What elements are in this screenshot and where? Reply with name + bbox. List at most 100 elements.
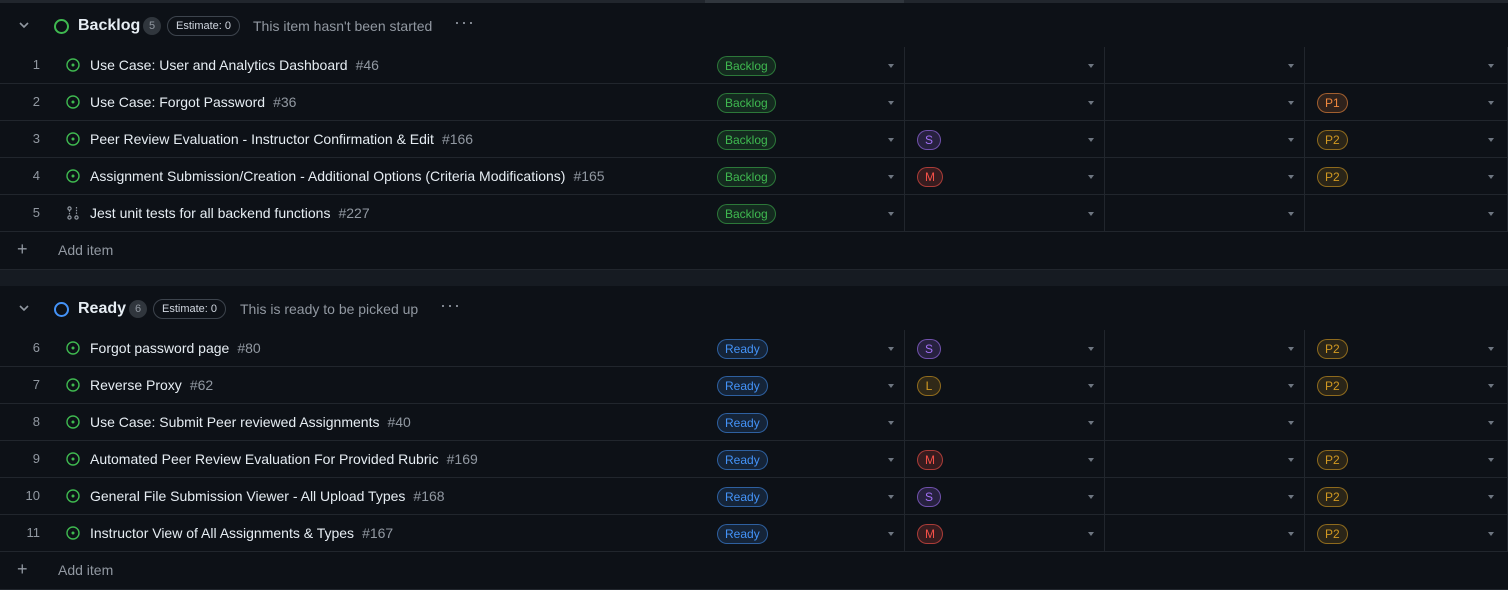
- dropdown-caret-icon[interactable]: [1088, 532, 1094, 536]
- dropdown-caret-icon[interactable]: [1288, 347, 1294, 351]
- table-row[interactable]: 11 Instructor View of All Assignments & T…: [0, 515, 1508, 552]
- item-title-text[interactable]: Assignment Submission/Creation - Additio…: [90, 168, 565, 184]
- table-row[interactable]: 3 Peer Review Evaluation - Instructor Con…: [0, 121, 1508, 158]
- item-title-text[interactable]: Use Case: Submit Peer reviewed Assignmen…: [90, 414, 379, 430]
- dropdown-caret-icon[interactable]: [1088, 384, 1094, 388]
- item-title[interactable]: Peer Review Evaluation - Instructor Conf…: [90, 121, 473, 157]
- dropdown-caret-icon[interactable]: [1288, 495, 1294, 499]
- add-item-label[interactable]: Add item: [58, 231, 113, 269]
- chevron-down-icon[interactable]: [17, 18, 31, 32]
- item-title-text[interactable]: Use Case: User and Analytics Dashboard: [90, 57, 348, 73]
- dropdown-caret-icon[interactable]: [1488, 458, 1494, 462]
- table-row[interactable]: 6 Forgot password page #80 Ready S P2: [0, 330, 1508, 367]
- estimate-cell[interactable]: [1105, 441, 1305, 477]
- dropdown-caret-icon[interactable]: [1488, 532, 1494, 536]
- item-title-text[interactable]: Peer Review Evaluation - Instructor Conf…: [90, 131, 434, 147]
- estimate-cell[interactable]: [1105, 84, 1305, 120]
- item-title[interactable]: Automated Peer Review Evaluation For Pro…: [90, 441, 478, 477]
- dropdown-caret-icon[interactable]: [1488, 212, 1494, 216]
- dropdown-caret-icon[interactable]: [1088, 212, 1094, 216]
- estimate-cell[interactable]: [1105, 515, 1305, 551]
- estimate-cell[interactable]: [1105, 195, 1305, 231]
- item-title[interactable]: General File Submission Viewer - All Upl…: [90, 478, 445, 514]
- dropdown-caret-icon[interactable]: [1288, 101, 1294, 105]
- dropdown-caret-icon[interactable]: [1288, 175, 1294, 179]
- table-row[interactable]: 8 Use Case: Submit Peer reviewed Assignme…: [0, 404, 1508, 441]
- dropdown-caret-icon[interactable]: [1488, 101, 1494, 105]
- dropdown-caret-icon[interactable]: [1288, 138, 1294, 142]
- size-cell[interactable]: [905, 404, 1105, 440]
- dropdown-caret-icon[interactable]: [1488, 421, 1494, 425]
- table-row[interactable]: 7 Reverse Proxy #62 Ready L P2: [0, 367, 1508, 404]
- dropdown-caret-icon[interactable]: [1288, 421, 1294, 425]
- size-cell[interactable]: [905, 84, 1105, 120]
- estimate-cell[interactable]: [1105, 47, 1305, 83]
- more-options-icon[interactable]: ···: [454, 12, 475, 33]
- item-title-text[interactable]: General File Submission Viewer - All Upl…: [90, 488, 405, 504]
- priority-cell[interactable]: [1305, 195, 1508, 231]
- table-row[interactable]: 9 Automated Peer Review Evaluation For Pr…: [0, 441, 1508, 478]
- item-title[interactable]: Assignment Submission/Creation - Additio…: [90, 158, 605, 194]
- item-title[interactable]: Jest unit tests for all backend function…: [90, 195, 370, 231]
- dropdown-caret-icon[interactable]: [1088, 138, 1094, 142]
- table-row[interactable]: 10 General File Submission Viewer - All U…: [0, 478, 1508, 515]
- plus-icon[interactable]: +: [17, 240, 28, 258]
- dropdown-caret-icon[interactable]: [1088, 495, 1094, 499]
- dropdown-caret-icon[interactable]: [1488, 175, 1494, 179]
- more-options-icon[interactable]: ···: [440, 295, 461, 316]
- size-cell[interactable]: [905, 47, 1105, 83]
- dropdown-caret-icon[interactable]: [1488, 64, 1494, 68]
- dropdown-caret-icon[interactable]: [1488, 138, 1494, 142]
- item-title[interactable]: Use Case: Forgot Password #36: [90, 84, 296, 120]
- add-item-row[interactable]: + Add item: [0, 551, 1508, 590]
- item-title-text[interactable]: Use Case: Forgot Password: [90, 94, 265, 110]
- dropdown-caret-icon[interactable]: [1088, 64, 1094, 68]
- dropdown-caret-icon[interactable]: [1088, 458, 1094, 462]
- plus-icon[interactable]: +: [17, 560, 28, 578]
- dropdown-caret-icon[interactable]: [1088, 421, 1094, 425]
- dropdown-caret-icon[interactable]: [888, 138, 894, 142]
- dropdown-caret-icon[interactable]: [1088, 175, 1094, 179]
- dropdown-caret-icon[interactable]: [1288, 64, 1294, 68]
- item-title-text[interactable]: Instructor View of All Assignments & Typ…: [90, 525, 354, 541]
- dropdown-caret-icon[interactable]: [888, 532, 894, 536]
- estimate-cell[interactable]: [1105, 404, 1305, 440]
- dropdown-caret-icon[interactable]: [888, 347, 894, 351]
- item-title[interactable]: Instructor View of All Assignments & Typ…: [90, 515, 393, 551]
- dropdown-caret-icon[interactable]: [1288, 458, 1294, 462]
- table-row[interactable]: 1 Use Case: User and Analytics Dashboard #…: [0, 47, 1508, 84]
- table-row[interactable]: 4 Assignment Submission/Creation - Additi…: [0, 158, 1508, 195]
- dropdown-caret-icon[interactable]: [1288, 384, 1294, 388]
- dropdown-caret-icon[interactable]: [888, 101, 894, 105]
- priority-cell[interactable]: [1305, 404, 1508, 440]
- table-row[interactable]: 5 Jest unit tests for all backend functio…: [0, 195, 1508, 232]
- dropdown-caret-icon[interactable]: [888, 384, 894, 388]
- estimate-cell[interactable]: [1105, 158, 1305, 194]
- chevron-down-icon[interactable]: [17, 301, 31, 315]
- size-cell[interactable]: [905, 195, 1105, 231]
- item-title[interactable]: Forgot password page #80: [90, 330, 261, 366]
- priority-cell[interactable]: [1305, 47, 1508, 83]
- item-title[interactable]: Use Case: User and Analytics Dashboard #4…: [90, 47, 379, 83]
- dropdown-caret-icon[interactable]: [1288, 532, 1294, 536]
- dropdown-caret-icon[interactable]: [1288, 212, 1294, 216]
- item-title[interactable]: Reverse Proxy #62: [90, 367, 213, 403]
- dropdown-caret-icon[interactable]: [1488, 347, 1494, 351]
- dropdown-caret-icon[interactable]: [1088, 101, 1094, 105]
- dropdown-caret-icon[interactable]: [888, 421, 894, 425]
- item-title-text[interactable]: Automated Peer Review Evaluation For Pro…: [90, 451, 439, 467]
- dropdown-caret-icon[interactable]: [888, 175, 894, 179]
- estimate-cell[interactable]: [1105, 367, 1305, 403]
- item-title[interactable]: Use Case: Submit Peer reviewed Assignmen…: [90, 404, 411, 440]
- dropdown-caret-icon[interactable]: [1088, 347, 1094, 351]
- dropdown-caret-icon[interactable]: [888, 458, 894, 462]
- table-row[interactable]: 2 Use Case: Forgot Password #36 Backlog P1: [0, 84, 1508, 121]
- item-title-text[interactable]: Jest unit tests for all backend function…: [90, 205, 330, 221]
- estimate-cell[interactable]: [1105, 478, 1305, 514]
- item-title-text[interactable]: Reverse Proxy: [90, 377, 182, 393]
- dropdown-caret-icon[interactable]: [1488, 384, 1494, 388]
- item-title-text[interactable]: Forgot password page: [90, 340, 229, 356]
- add-item-label[interactable]: Add item: [58, 551, 113, 589]
- dropdown-caret-icon[interactable]: [888, 495, 894, 499]
- dropdown-caret-icon[interactable]: [888, 212, 894, 216]
